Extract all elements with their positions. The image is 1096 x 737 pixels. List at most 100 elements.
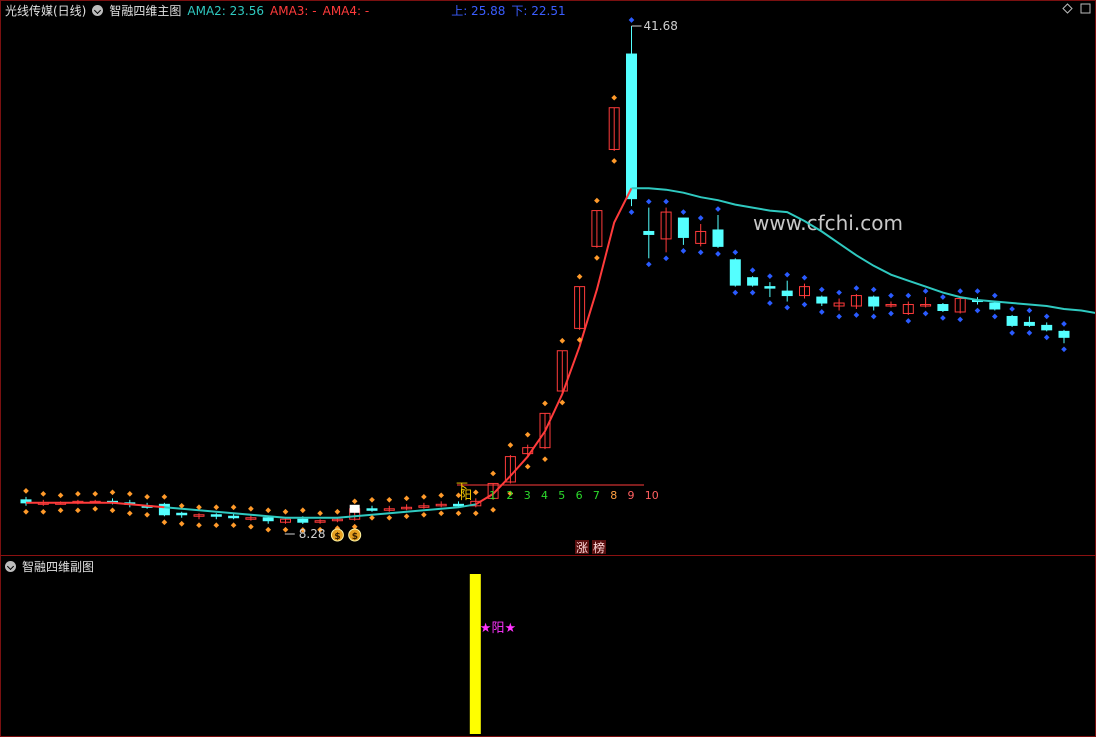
upper-band-dot xyxy=(991,292,998,299)
maximize-icon[interactable] xyxy=(1080,3,1091,14)
day-counter-label: 4 xyxy=(541,489,548,502)
upper-band-dot xyxy=(940,294,946,300)
day-counter-label: 10 xyxy=(645,489,659,502)
lower-value: 下: 22.51 xyxy=(511,4,566,18)
indicator-menu-icon[interactable] xyxy=(92,5,104,16)
sub-indicator-name[interactable]: 智融四维副图 xyxy=(22,558,94,575)
lower-band-dot xyxy=(922,310,929,317)
candle-body xyxy=(1058,330,1070,338)
upper-band-dot xyxy=(161,493,168,500)
candle-body xyxy=(228,515,240,519)
upper-band-dot xyxy=(109,489,116,496)
candle-body xyxy=(781,290,793,297)
high-price-label: 41.68 xyxy=(644,19,678,33)
lower-band-dot xyxy=(1043,334,1050,341)
main-indicator-name[interactable]: 智融四维主图 xyxy=(109,2,181,19)
lower-band-dot xyxy=(801,301,808,308)
lower-band-dot xyxy=(524,463,531,470)
lower-band-dot xyxy=(1026,330,1033,336)
lower-band-dot xyxy=(386,514,393,521)
upper-band-dot xyxy=(1043,313,1050,320)
lower-band-dot xyxy=(853,312,860,318)
upper-band-dot xyxy=(438,492,445,499)
upper-band-dot xyxy=(905,292,912,299)
lower-band-dot xyxy=(749,289,756,296)
upper-band-dot xyxy=(265,507,272,514)
lower-band-dot xyxy=(680,248,687,254)
ama-line-red-rally xyxy=(475,187,633,506)
lower-band-dot xyxy=(421,511,427,518)
zhang-badge-text: 涨 xyxy=(576,540,588,554)
diamond-icon[interactable] xyxy=(1062,3,1073,14)
lower-band-dot xyxy=(957,316,964,323)
lower-band-dot xyxy=(784,304,791,311)
upper-band-dot xyxy=(784,271,791,278)
lower-band-dot xyxy=(940,315,946,321)
upper-band-dot xyxy=(853,285,860,291)
day-counter-label: 6 xyxy=(576,489,583,502)
lower-band-dot xyxy=(40,508,47,515)
lower-band-dot xyxy=(472,510,479,517)
candle-body xyxy=(1041,324,1053,331)
lower-band-dot xyxy=(230,522,237,529)
lower-band-dot xyxy=(715,251,721,257)
candle-body xyxy=(626,53,637,200)
lower-band-dot xyxy=(991,313,998,320)
upper-band-dot xyxy=(542,400,548,407)
candle-body xyxy=(677,217,689,238)
upper-band-dot xyxy=(23,488,29,494)
upper-band-dot xyxy=(334,508,341,515)
sub-chart-pane[interactable]: ★阳★ 智融四维副图 xyxy=(1,556,1095,736)
sub-signal-bar xyxy=(469,574,481,734)
lower-band-dot xyxy=(161,519,168,526)
upper-band-dot xyxy=(559,337,566,344)
candle-body xyxy=(989,302,1001,310)
candle-body xyxy=(262,517,274,522)
main-chart-svg[interactable]: www.cfchi.com41.688.28 $ $下阳 1 2 3 4 5 6 7 8 9 10涨榜 xyxy=(1,0,1095,554)
lower-band-dot xyxy=(126,510,133,517)
lower-band-dot xyxy=(645,261,652,268)
candle-body xyxy=(453,503,464,507)
upper-band-dot xyxy=(386,496,393,503)
lower-band-dot xyxy=(75,507,81,514)
money-bag-symbol: $ xyxy=(352,532,358,542)
upper-band-dot xyxy=(507,442,514,448)
candle-body xyxy=(297,518,309,523)
upper-band-dot xyxy=(490,470,496,477)
low-price-label: 8.28 xyxy=(299,527,326,541)
lower-band-dot xyxy=(178,520,185,527)
upper-band-dot xyxy=(299,507,306,514)
sub-chart-svg[interactable]: ★阳★ xyxy=(1,556,1095,736)
lower-band-dot xyxy=(628,209,635,215)
upper-band-dot xyxy=(369,496,375,503)
upper-band-dot xyxy=(472,489,479,496)
sub-header: 智融四维副图 xyxy=(5,558,94,575)
upper-band-dot xyxy=(1061,321,1067,327)
lower-band-dot xyxy=(767,300,773,306)
upper-band-dot xyxy=(957,288,964,294)
upper-band-dot xyxy=(351,498,358,505)
candle-body xyxy=(747,277,759,286)
lower-band-dot xyxy=(836,313,842,320)
upper-band-dot xyxy=(697,215,704,221)
ama3-value: AMA3: - xyxy=(270,3,317,18)
lower-band-dot xyxy=(870,313,877,320)
lower-band-dot xyxy=(818,309,825,315)
upper-band-dot xyxy=(144,493,150,500)
upper-band-dot xyxy=(524,431,531,438)
lower-band-dot xyxy=(542,456,548,462)
main-chart-pane[interactable]: www.cfchi.com 41.68 8.28 $ $ 下阳 1 2 3 4 5 6 7 8 9 10 涨榜 … xyxy=(1,0,1095,554)
lower-band-dot xyxy=(888,310,894,317)
upper-band-dot xyxy=(801,274,808,281)
upper-band-dot xyxy=(421,493,427,500)
candle-body xyxy=(816,296,828,304)
lower-band-dot xyxy=(455,510,462,517)
upper-band-dot xyxy=(628,17,635,23)
upper-band-dot xyxy=(974,288,981,294)
stock-title[interactable]: 光线传媒(日线) xyxy=(5,2,86,19)
lower-band-dot xyxy=(196,522,202,529)
candle-body xyxy=(764,286,776,289)
candle-body xyxy=(158,503,170,516)
sub-indicator-menu-icon[interactable] xyxy=(5,561,16,572)
lower-band-dot xyxy=(248,523,254,530)
